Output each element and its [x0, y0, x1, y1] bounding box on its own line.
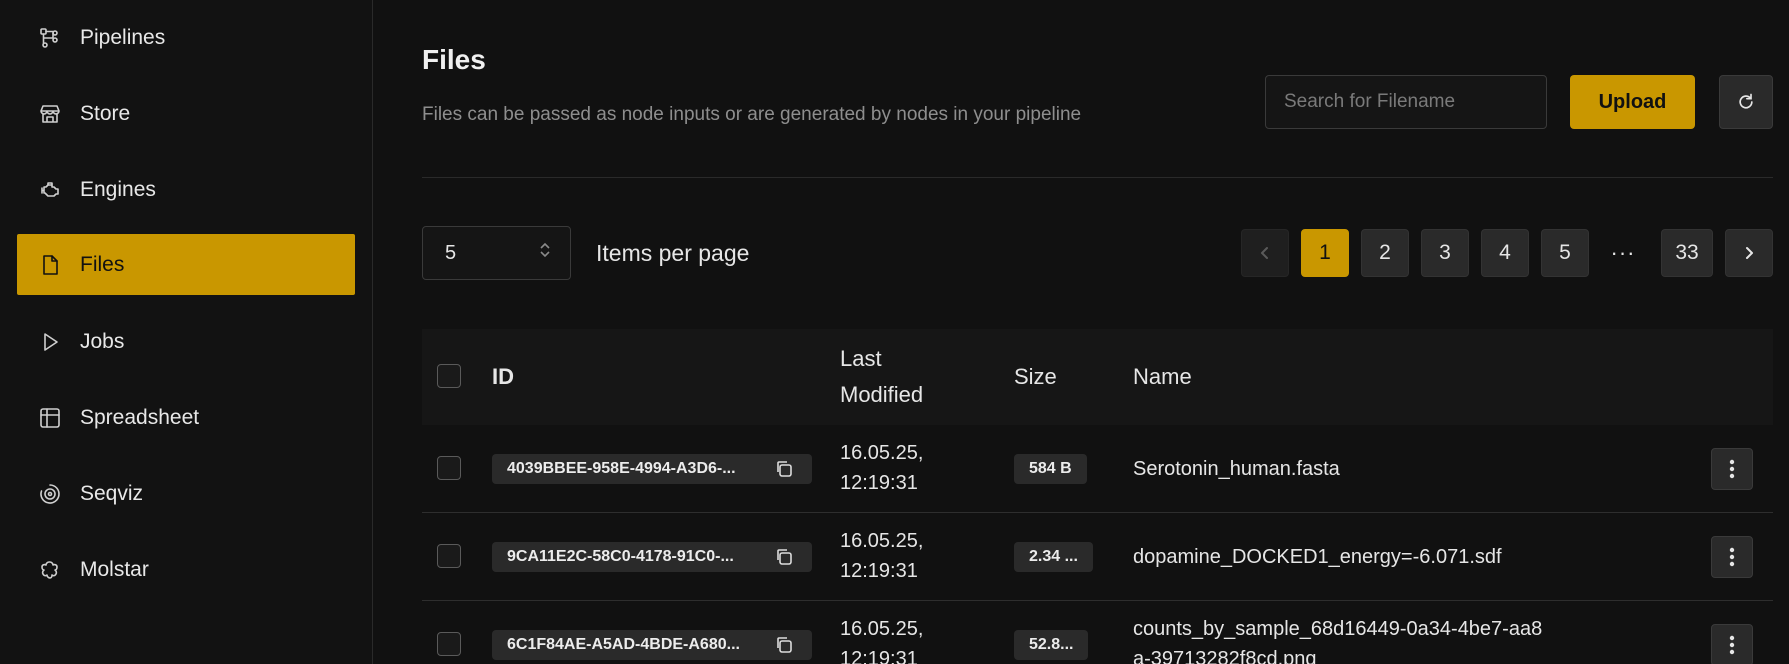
sidebar-item-label: Store [80, 101, 131, 125]
row-time: 12:19:31 [840, 648, 918, 664]
sidebar-item-pipelines[interactable]: Pipelines [17, 7, 355, 68]
sidebar-item-label: Spreadsheet [80, 405, 200, 429]
sidebar-item-seqviz[interactable]: Seqviz [17, 463, 355, 524]
row-actions-button[interactable] [1711, 624, 1753, 664]
page-subtitle: Files can be passed as node inputs or ar… [422, 104, 1082, 125]
sidebar-item-label: Engines [80, 177, 156, 201]
chevron-left-icon [1258, 246, 1272, 260]
row-checkbox[interactable] [437, 456, 461, 480]
copy-icon[interactable] [774, 547, 794, 567]
more-vertical-icon [1729, 547, 1735, 567]
sidebar: Pipelines Store Engines Files Jobs Sprea… [0, 0, 373, 664]
more-vertical-icon [1729, 459, 1735, 479]
id-badge: 6C1F84AE-A5AD-4BDE-A680... [492, 630, 812, 660]
page-button-last[interactable]: 33 [1661, 229, 1713, 277]
row-date: 16.05.25, [840, 442, 924, 464]
sidebar-item-engines[interactable]: Engines [17, 159, 355, 220]
more-vertical-icon [1729, 635, 1735, 655]
items-per-page-label: Items per page [596, 240, 750, 266]
sidebar-item-store[interactable]: Store [17, 83, 355, 144]
size-badge: 584 B [1014, 454, 1087, 484]
copy-icon[interactable] [774, 459, 794, 479]
table-header: ID Last Modified Size Name [422, 329, 1773, 425]
main-content: Files Files can be passed as node inputs… [374, 0, 1789, 664]
page-title: Files [422, 44, 486, 75]
sidebar-item-files[interactable]: Files [17, 234, 355, 295]
column-header-last-modified-line1: Last [840, 346, 882, 371]
copy-icon[interactable] [774, 635, 794, 655]
table-row[interactable]: 9CA11E2C-58C0-4178-91C0-... 16.05.25, 12… [422, 513, 1773, 601]
sidebar-item-label: Seqviz [80, 481, 144, 505]
row-time: 12:19:31 [840, 560, 918, 582]
row-date: 16.05.25, [840, 530, 924, 552]
row-actions-button[interactable] [1711, 448, 1753, 490]
refresh-button[interactable] [1719, 75, 1773, 129]
store-icon [37, 101, 63, 127]
size-badge: 2.34 ... [1014, 542, 1093, 572]
sidebar-item-label: Jobs [80, 329, 125, 353]
seqviz-icon [37, 481, 63, 507]
page-button-3[interactable]: 3 [1421, 229, 1469, 277]
items-per-page-select[interactable]: 5 [422, 226, 571, 280]
select-all-checkbox[interactable] [437, 364, 461, 388]
refresh-icon [1736, 92, 1756, 112]
page-button-2[interactable]: 2 [1361, 229, 1409, 277]
next-page-button[interactable] [1725, 229, 1773, 277]
engine-icon [37, 177, 63, 203]
page-button-4[interactable]: 4 [1481, 229, 1529, 277]
row-time: 12:19:31 [840, 472, 918, 494]
row-actions-button[interactable] [1711, 536, 1753, 578]
sidebar-item-molstar[interactable]: Molstar [17, 539, 355, 600]
molstar-icon [37, 557, 63, 583]
prev-page-button[interactable] [1241, 229, 1289, 277]
table-row[interactable]: 4039BBEE-958E-4994-A3D6-... 16.05.25, 12… [422, 425, 1773, 513]
chevron-right-icon [1742, 246, 1756, 260]
row-id: 9CA11E2C-58C0-4178-91C0-... [507, 548, 734, 565]
sidebar-item-label: Pipelines [80, 25, 166, 49]
header-divider [422, 177, 1773, 178]
upload-button[interactable]: Upload [1570, 75, 1695, 129]
row-checkbox[interactable] [437, 544, 461, 568]
row-checkbox[interactable] [437, 632, 461, 656]
sidebar-item-label: Molstar [80, 557, 149, 581]
sidebar-item-jobs[interactable]: Jobs [17, 311, 355, 372]
column-header-name: Name [1133, 364, 1192, 389]
row-id: 6C1F84AE-A5AD-4BDE-A680... [507, 636, 740, 653]
column-header-id: ID [492, 364, 514, 389]
column-header-last-modified-line2: Modified [840, 382, 924, 407]
column-header-size: Size [1014, 364, 1057, 389]
row-filename: Serotonin_human.fasta [1133, 458, 1340, 480]
page-button-5[interactable]: 5 [1541, 229, 1589, 277]
pipelines-icon [37, 25, 63, 51]
pagination-ellipsis: ··· [1610, 240, 1636, 265]
size-badge: 52.8... [1014, 630, 1089, 660]
row-filename: dopamine_DOCKED1_energy=-6.071.sdf [1133, 546, 1502, 568]
id-badge: 9CA11E2C-58C0-4178-91C0-... [492, 542, 812, 572]
items-per-page-value: 5 [445, 241, 457, 264]
row-filename: counts_by_sample_68d16449-0a34-4be7-aa8a… [1133, 618, 1543, 664]
file-icon [37, 252, 63, 278]
sidebar-item-label: Files [80, 252, 125, 276]
page-button-1[interactable]: 1 [1301, 229, 1349, 277]
row-id: 4039BBEE-958E-4994-A3D6-... [507, 460, 736, 477]
table-icon [37, 405, 63, 431]
chevron-up-down-icon [538, 240, 552, 266]
id-badge: 4039BBEE-958E-4994-A3D6-... [492, 454, 812, 484]
row-date: 16.05.25, [840, 618, 924, 640]
sidebar-item-spreadsheet[interactable]: Spreadsheet [17, 387, 355, 448]
play-icon [37, 329, 63, 355]
search-input[interactable] [1265, 75, 1547, 129]
table-row[interactable]: 6C1F84AE-A5AD-4BDE-A680... 16.05.25, 12:… [422, 601, 1773, 664]
